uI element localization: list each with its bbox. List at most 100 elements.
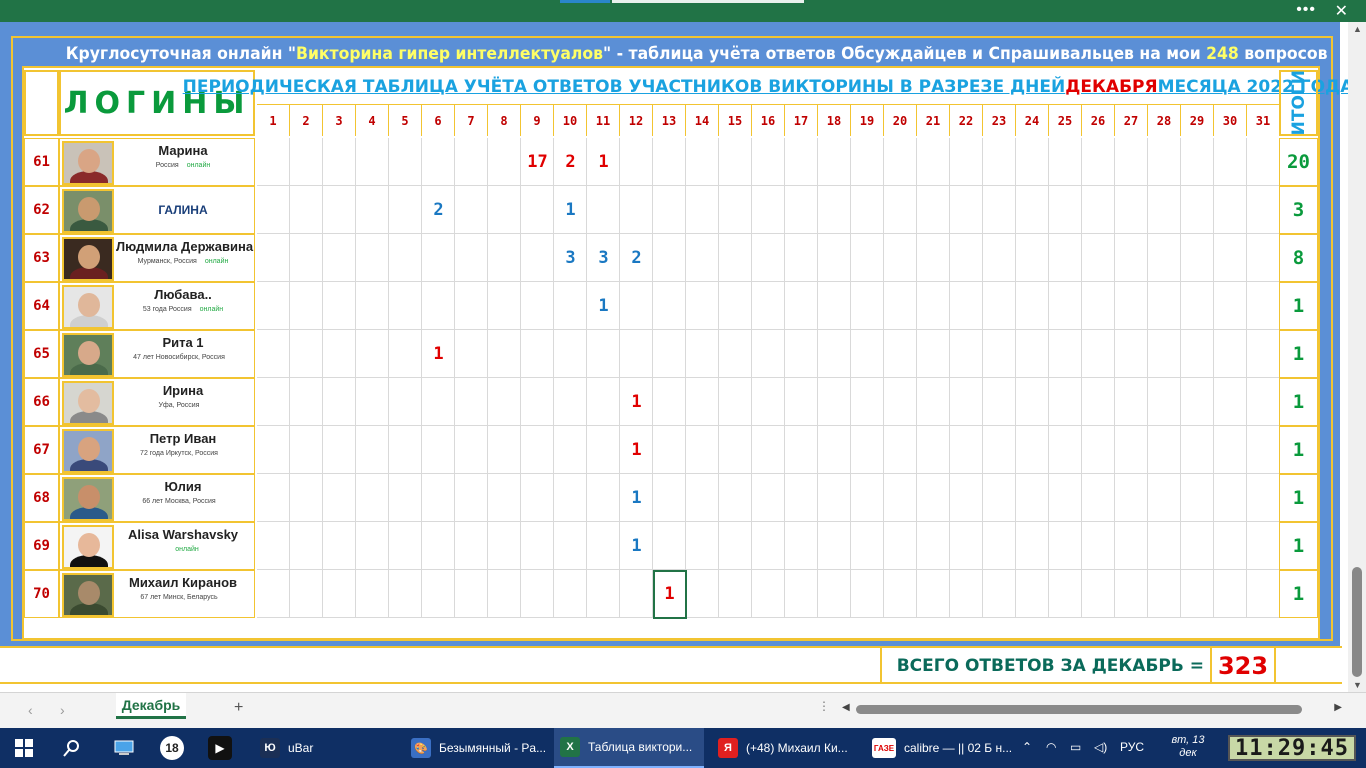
day-cell[interactable] <box>983 474 1016 522</box>
day-cell[interactable] <box>257 378 290 426</box>
day-cell[interactable] <box>1214 426 1247 474</box>
answer-count[interactable]: 3 <box>587 234 620 282</box>
day-cell[interactable] <box>686 330 719 378</box>
day-cell[interactable] <box>1082 186 1115 234</box>
login-cell[interactable]: Рита 1 47 лет Новосибирск, Россия <box>59 330 255 378</box>
day-cell[interactable] <box>1082 330 1115 378</box>
day-cell[interactable] <box>884 474 917 522</box>
day-cell[interactable] <box>290 570 323 618</box>
day-cell[interactable] <box>455 474 488 522</box>
day-cell[interactable] <box>1115 186 1148 234</box>
day-cell[interactable] <box>1214 330 1247 378</box>
day-cell[interactable] <box>884 234 917 282</box>
day-cell[interactable] <box>1214 186 1247 234</box>
day-cell[interactable] <box>950 378 983 426</box>
row-total[interactable]: 1 <box>1279 330 1318 378</box>
day-cell[interactable] <box>1016 186 1049 234</box>
row-total[interactable]: 1 <box>1279 474 1318 522</box>
day-cell[interactable] <box>356 378 389 426</box>
login-cell[interactable]: Юлия 66 лет Москва, Россия <box>59 474 255 522</box>
day-cell[interactable] <box>851 426 884 474</box>
login-cell[interactable]: Любава.. 53 года Россия онлайн <box>59 282 255 330</box>
day-cell[interactable] <box>1082 234 1115 282</box>
day-cell[interactable] <box>422 378 455 426</box>
day-cell[interactable] <box>422 234 455 282</box>
day-cell[interactable] <box>1247 138 1280 186</box>
day-cell[interactable] <box>488 282 521 330</box>
day-cell[interactable] <box>719 570 752 618</box>
day-cell[interactable] <box>422 570 455 618</box>
day-cell[interactable] <box>950 330 983 378</box>
day-cell[interactable] <box>290 330 323 378</box>
scroll-up-icon[interactable]: ▲ <box>1353 24 1362 34</box>
day-cell[interactable] <box>1115 522 1148 570</box>
day-cell[interactable] <box>1148 234 1181 282</box>
windows-start-icon[interactable] <box>12 736 36 760</box>
day-cell[interactable] <box>488 570 521 618</box>
day-cell[interactable] <box>917 570 950 618</box>
answer-count[interactable]: 17 <box>521 138 554 186</box>
day-cell[interactable] <box>1049 522 1082 570</box>
day-cell[interactable] <box>1049 186 1082 234</box>
day-cell[interactable] <box>521 186 554 234</box>
day-cell[interactable] <box>389 522 422 570</box>
day-cell[interactable] <box>1214 282 1247 330</box>
day-cell[interactable] <box>818 426 851 474</box>
day-cell[interactable] <box>653 186 686 234</box>
day-cell[interactable] <box>884 570 917 618</box>
day-cell[interactable] <box>1181 378 1214 426</box>
day-cell[interactable] <box>323 426 356 474</box>
day-cell[interactable] <box>884 282 917 330</box>
answer-count[interactable]: 1 <box>422 330 455 378</box>
day-cell[interactable] <box>1214 234 1247 282</box>
day-cell[interactable] <box>1115 474 1148 522</box>
day-cell[interactable] <box>488 186 521 234</box>
day-cell[interactable] <box>1181 186 1214 234</box>
answer-count[interactable]: 2 <box>554 138 587 186</box>
day-cell[interactable] <box>455 522 488 570</box>
day-cell[interactable] <box>587 522 620 570</box>
scroll-left-icon[interactable]: ◀ <box>842 702 850 713</box>
day-cell[interactable] <box>257 426 290 474</box>
day-cell[interactable] <box>818 330 851 378</box>
day-cell[interactable] <box>389 474 422 522</box>
sheet-tab-december[interactable]: Декабрь <box>116 693 186 719</box>
day-cell[interactable] <box>1016 522 1049 570</box>
day-cell[interactable] <box>653 282 686 330</box>
answer-count[interactable]: 1 <box>587 138 620 186</box>
day-cell[interactable] <box>521 378 554 426</box>
day-cell[interactable] <box>686 474 719 522</box>
day-cell[interactable] <box>1148 570 1181 618</box>
day-cell[interactable] <box>1148 138 1181 186</box>
login-cell[interactable]: Петр Иван 72 года Иркутск, Россия <box>59 426 255 474</box>
day-cell[interactable] <box>653 522 686 570</box>
day-cell[interactable] <box>950 426 983 474</box>
day-cell[interactable] <box>785 570 818 618</box>
day-cell[interactable] <box>620 570 653 618</box>
day-cell[interactable] <box>752 474 785 522</box>
day-cell[interactable] <box>752 570 785 618</box>
day-cell[interactable] <box>290 522 323 570</box>
day-cell[interactable] <box>752 186 785 234</box>
day-cell[interactable] <box>1049 426 1082 474</box>
day-cell[interactable] <box>686 378 719 426</box>
row-total[interactable]: 3 <box>1279 186 1318 234</box>
day-cell[interactable] <box>950 474 983 522</box>
avatar[interactable] <box>62 141 114 185</box>
day-cell[interactable] <box>719 138 752 186</box>
taskbar-app[interactable]: ГАЗЕ calibre — || 02 Б н... <box>866 728 1016 768</box>
day-cell[interactable] <box>488 378 521 426</box>
day-cell[interactable] <box>455 378 488 426</box>
day-cell[interactable] <box>554 474 587 522</box>
day-cell[interactable] <box>1115 570 1148 618</box>
day-cell[interactable] <box>1148 186 1181 234</box>
day-cell[interactable] <box>719 282 752 330</box>
row-total[interactable]: 1 <box>1279 282 1318 330</box>
day-cell[interactable] <box>455 138 488 186</box>
day-cell[interactable] <box>587 330 620 378</box>
day-cell[interactable] <box>1016 234 1049 282</box>
scroll-down-icon[interactable]: ▼ <box>1353 680 1362 690</box>
day-cell[interactable] <box>785 474 818 522</box>
day-cell[interactable] <box>290 474 323 522</box>
day-cell[interactable] <box>1082 522 1115 570</box>
